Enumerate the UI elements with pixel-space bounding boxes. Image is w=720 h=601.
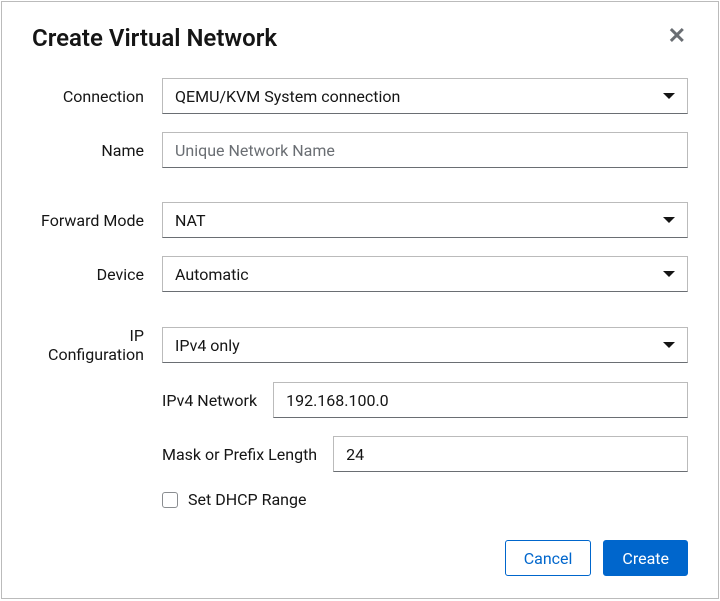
dhcp-label: Set DHCP Range	[188, 490, 306, 509]
connection-label: Connection	[32, 87, 162, 106]
chevron-down-icon	[663, 93, 675, 99]
ipv4-network-label: IPv4 Network	[162, 391, 273, 410]
chevron-down-icon	[663, 217, 675, 223]
connection-value: QEMU/KVM System connection	[175, 87, 400, 106]
form-body: Connection QEMU/KVM System connection Na…	[32, 78, 688, 509]
mask-prefix-label: Mask or Prefix Length	[162, 445, 333, 464]
mask-prefix-input[interactable]	[333, 436, 688, 472]
device-value: Automatic	[175, 265, 249, 284]
cancel-button[interactable]: Cancel	[505, 540, 592, 576]
ipv4-network-input[interactable]	[273, 382, 688, 418]
dhcp-range-row: Set DHCP Range	[32, 490, 688, 509]
mask-prefix-row: Mask or Prefix Length	[32, 436, 688, 472]
name-row: Name	[32, 132, 688, 168]
create-virtual-network-dialog: Create Virtual Network ✕ Connection QEMU…	[1, 1, 719, 599]
connection-row: Connection QEMU/KVM System connection	[32, 78, 688, 114]
device-label: Device	[32, 265, 162, 284]
chevron-down-icon	[663, 342, 675, 348]
create-button[interactable]: Create	[603, 540, 688, 576]
ipv4-network-row: IPv4 Network	[32, 382, 688, 418]
close-icon[interactable]: ✕	[666, 24, 688, 50]
ip-configuration-value: IPv4 only	[175, 336, 240, 355]
name-input[interactable]	[162, 132, 688, 168]
dhcp-checkbox[interactable]	[162, 492, 178, 508]
dialog-title: Create Virtual Network	[32, 24, 277, 52]
ip-configuration-label: IP Configuration	[32, 326, 162, 364]
forward-mode-label: Forward Mode	[32, 211, 162, 230]
forward-mode-row: Forward Mode NAT	[32, 202, 688, 238]
device-row: Device Automatic	[32, 256, 688, 292]
forward-mode-value: NAT	[175, 211, 206, 230]
dialog-footer: Cancel Create	[32, 520, 688, 576]
device-select[interactable]: Automatic	[162, 256, 688, 292]
forward-mode-select[interactable]: NAT	[162, 202, 688, 238]
name-label: Name	[32, 141, 162, 160]
dialog-header: Create Virtual Network ✕	[32, 24, 688, 52]
connection-select[interactable]: QEMU/KVM System connection	[162, 78, 688, 114]
chevron-down-icon	[663, 271, 675, 277]
ip-configuration-row: IP Configuration IPv4 only	[32, 326, 688, 364]
ip-configuration-select[interactable]: IPv4 only	[162, 327, 688, 363]
